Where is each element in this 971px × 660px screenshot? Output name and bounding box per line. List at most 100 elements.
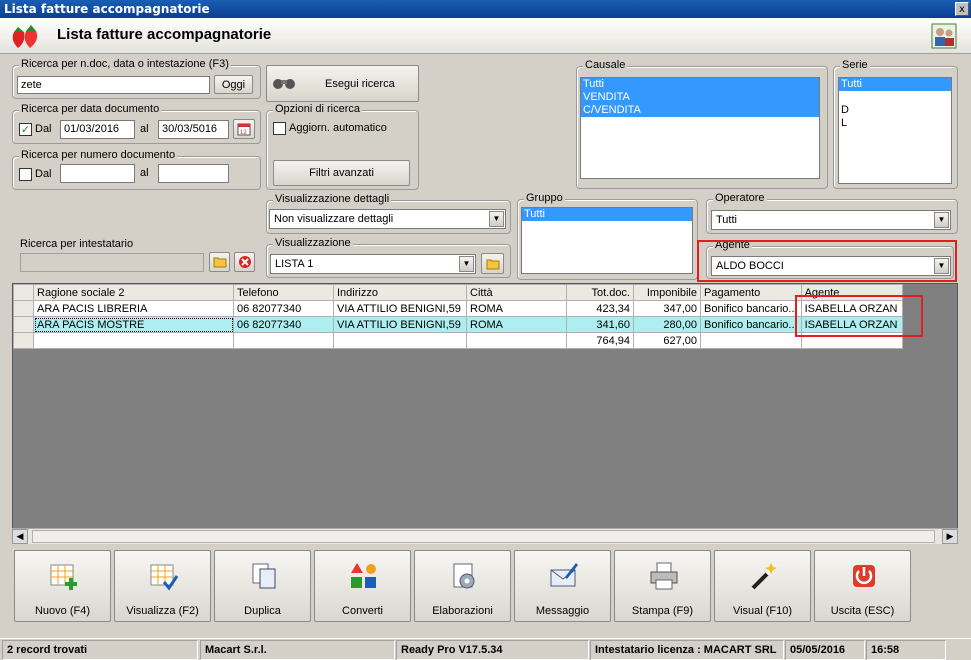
- table-cell[interactable]: ISABELLA ORZAN: [800, 300, 903, 317]
- svg-text:12: 12: [240, 130, 247, 136]
- chevron-down-icon[interactable]: ▼: [459, 256, 474, 272]
- run-search-button[interactable]: Esegui ricerca: [266, 65, 419, 102]
- users-icon[interactable]: [931, 23, 957, 49]
- documents-table: Ragione sociale 2 Telefono Indirizzo Cit…: [13, 284, 903, 349]
- visual-button[interactable]: Visual (F10): [714, 550, 811, 622]
- view-button[interactable]: Visualizza (F2): [114, 550, 211, 622]
- serie-list[interactable]: Tutti D L: [838, 77, 952, 184]
- table-cell[interactable]: Bonifico bancario...: [700, 316, 802, 333]
- list-item[interactable]: D: [839, 104, 951, 117]
- table-cell[interactable]: 347,00: [633, 300, 701, 317]
- list-item[interactable]: [839, 91, 951, 104]
- details-dropdown[interactable]: Non visualizzare dettagli ▼: [269, 209, 506, 229]
- column-header[interactable]: Indirizzo: [333, 284, 467, 301]
- table-cell[interactable]: ARA PACIS LIBRERIA: [33, 300, 234, 317]
- list-item[interactable]: VENDITA: [581, 91, 819, 104]
- table-cell[interactable]: ROMA: [466, 316, 567, 333]
- list-item[interactable]: Tutti: [839, 78, 951, 91]
- scroll-right-icon[interactable]: ▶: [942, 529, 958, 544]
- row-header-cell[interactable]: [13, 316, 34, 333]
- number-filter-checkbox[interactable]: [19, 168, 32, 181]
- table-cell: [466, 332, 567, 349]
- auto-update-checkbox[interactable]: [273, 122, 286, 135]
- documents-grid[interactable]: Ragione sociale 2 Telefono Indirizzo Cit…: [12, 283, 958, 544]
- duplicate-button[interactable]: Duplica: [214, 550, 311, 622]
- table-cell[interactable]: ARA PACIS MOSTRE: [33, 316, 234, 333]
- table-cell[interactable]: VIA ATTILIO BENIGNI,59: [333, 300, 467, 317]
- view-browse-button[interactable]: [481, 253, 504, 274]
- table-cell[interactable]: Bonifico bancario...: [700, 300, 802, 317]
- column-header[interactable]: Città: [466, 284, 567, 301]
- table-cell[interactable]: 06 82077340: [233, 316, 334, 333]
- date-to-field[interactable]: 30/03/5016: [158, 120, 229, 139]
- list-item[interactable]: Tutti: [522, 208, 692, 221]
- table-row-selected[interactable]: ARA PACIS MOSTRE 06 82077340 VIA ATTILIO…: [13, 316, 903, 333]
- gruppo-list[interactable]: Tutti: [521, 207, 693, 274]
- details-legend: Visualizzazione dettagli: [273, 193, 392, 205]
- table-cell[interactable]: 341,60: [566, 316, 634, 333]
- horizontal-scrollbar[interactable]: ◀ ▶: [12, 528, 958, 544]
- print-label: Stampa (F9): [631, 605, 694, 617]
- table-cell[interactable]: ROMA: [466, 300, 567, 317]
- operatore-dropdown[interactable]: Tutti ▼: [711, 210, 951, 230]
- status-date: 05/05/2016: [785, 640, 865, 660]
- new-grid-icon: [50, 564, 77, 590]
- list-item[interactable]: Tutti: [581, 78, 819, 91]
- number-from-field[interactable]: [60, 164, 135, 183]
- auto-update-label: Aggiorn. automatico: [289, 122, 387, 134]
- scroll-thumb[interactable]: [32, 530, 935, 543]
- view-label: Visualizza (F2): [126, 605, 199, 617]
- column-header[interactable]: Agente: [800, 284, 903, 301]
- column-header[interactable]: Imponibile: [633, 284, 701, 301]
- exit-button[interactable]: Uscita (ESC): [814, 550, 911, 622]
- table-cell[interactable]: ISABELLA ORZAN: [800, 316, 903, 333]
- today-button[interactable]: Oggi: [214, 75, 253, 94]
- agente-dropdown[interactable]: ALDO BOCCI ▼: [711, 256, 951, 276]
- view-value: LISTA 1: [275, 258, 314, 270]
- processing-button[interactable]: Elaborazioni: [414, 550, 511, 622]
- column-header[interactable]: Ragione sociale 2: [33, 284, 234, 301]
- advanced-filters-button[interactable]: Filtri avanzati: [273, 160, 410, 186]
- folder-icon: [486, 259, 499, 269]
- status-time: 16:58: [866, 640, 946, 660]
- chevron-down-icon[interactable]: ▼: [489, 211, 504, 227]
- new-label: Nuovo (F4): [34, 605, 91, 617]
- number-from-label: Dal: [35, 168, 52, 180]
- new-button[interactable]: Nuovo (F4): [14, 550, 111, 622]
- row-header-cell[interactable]: [13, 300, 34, 317]
- table-cell[interactable]: 06 82077340: [233, 300, 334, 317]
- convert-button[interactable]: Converti: [314, 550, 411, 622]
- date-from-field[interactable]: 01/03/2016: [60, 120, 135, 139]
- list-item[interactable]: C/VENDITA: [581, 104, 819, 117]
- number-to-field[interactable]: [158, 164, 229, 183]
- calendar-button[interactable]: 12: [233, 119, 255, 139]
- column-header[interactable]: Tot.doc.: [566, 284, 634, 301]
- table-row[interactable]: ARA PACIS LIBRERIA 06 82077340 VIA ATTIL…: [13, 300, 903, 317]
- table-cell[interactable]: 280,00: [633, 316, 701, 333]
- table-cell[interactable]: 423,34: [566, 300, 634, 317]
- table-cell[interactable]: VIA ATTILIO BENIGNI,59: [333, 316, 467, 333]
- column-header[interactable]: Pagamento: [700, 284, 802, 301]
- date-filter-checkbox[interactable]: ✓: [19, 123, 32, 136]
- holder-clear-button[interactable]: [234, 252, 255, 272]
- exit-label: Uscita (ESC): [830, 605, 895, 617]
- causale-list[interactable]: Tutti VENDITA C/VENDITA: [580, 77, 820, 179]
- view-dropdown[interactable]: LISTA 1 ▼: [270, 254, 476, 274]
- scroll-left-icon[interactable]: ◀: [12, 529, 28, 544]
- printer-icon: [650, 562, 678, 590]
- message-button[interactable]: Messaggio: [514, 550, 611, 622]
- calendar-icon: 12: [237, 123, 251, 136]
- processing-label: Elaborazioni: [432, 605, 493, 617]
- print-button[interactable]: Stampa (F9): [614, 550, 711, 622]
- status-bar: 2 record trovati Macart S.r.l. Ready Pro…: [0, 638, 971, 660]
- chevron-down-icon[interactable]: ▼: [934, 212, 949, 228]
- search-input[interactable]: zete: [17, 76, 210, 94]
- status-company: Macart S.r.l.: [200, 640, 395, 660]
- holder-browse-button[interactable]: [209, 252, 230, 272]
- operatore-value: Tutti: [716, 214, 737, 226]
- list-item[interactable]: L: [839, 117, 951, 130]
- chevron-down-icon[interactable]: ▼: [934, 258, 949, 274]
- column-header[interactable]: Telefono: [233, 284, 334, 301]
- gruppo-legend: Gruppo: [524, 192, 565, 204]
- close-icon[interactable]: x: [955, 2, 969, 16]
